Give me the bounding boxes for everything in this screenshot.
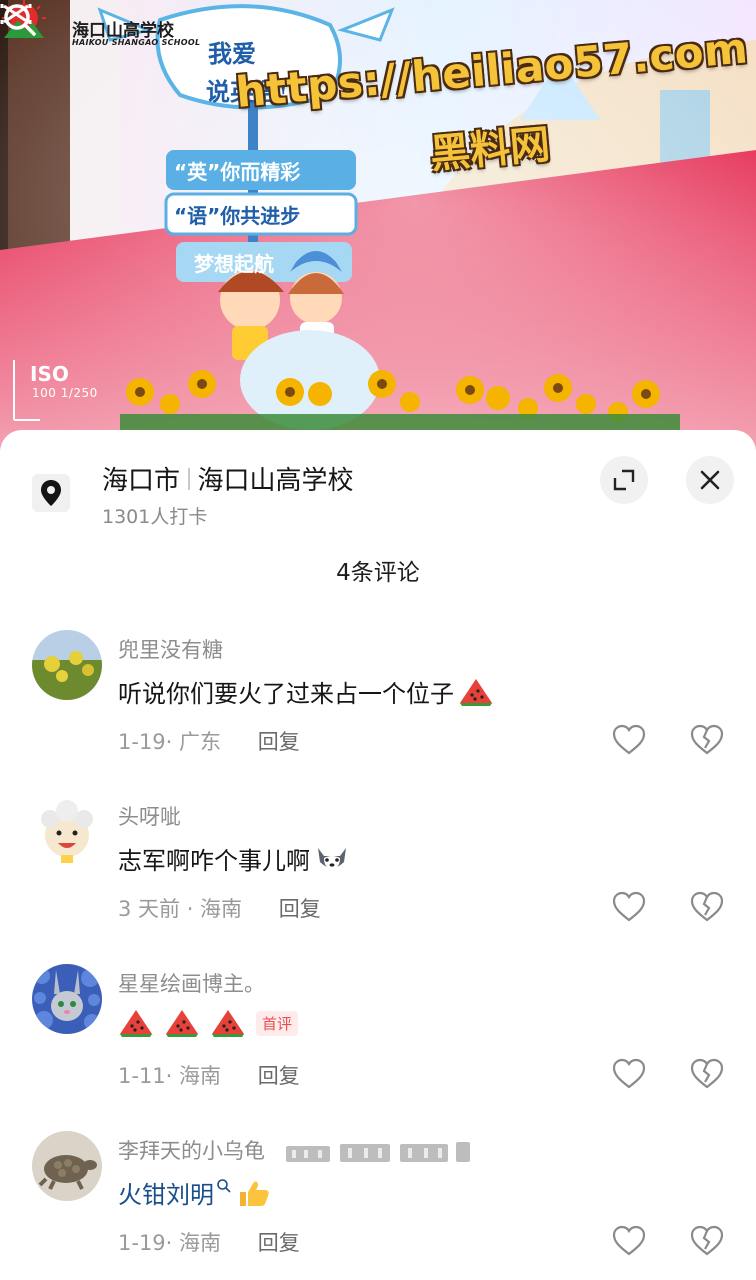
comment-meta: 1-11· 海南 回复 — [118, 1060, 300, 1090]
comment-text: 火钳刘明 — [118, 1175, 272, 1210]
close-icon — [700, 470, 720, 490]
like-heart-icon[interactable] — [612, 1058, 646, 1090]
comment-item: 李拜天的小乌龟 火钳刘明 1-19· 海南 回复 — [0, 1131, 756, 1280]
comment-date-location: 1-11· 海南 — [118, 1064, 222, 1088]
reply-button[interactable]: 回复 — [279, 897, 321, 921]
close-button[interactable] — [686, 456, 734, 504]
reply-button[interactable]: 回复 — [258, 730, 300, 754]
comment-date-location: 1-19· 海南 — [118, 1231, 222, 1255]
dislike-broken-heart-icon[interactable] — [690, 1225, 724, 1257]
avatar[interactable] — [32, 1131, 102, 1201]
location-pin-icon — [32, 474, 70, 512]
comment-text-body: 听说你们要火了过来占一个位子 — [118, 680, 454, 708]
husky-emoji — [318, 847, 346, 870]
location-place: 海口山高学校 — [197, 466, 354, 496]
capcut-icon[interactable] — [0, 0, 32, 28]
dislike-broken-heart-icon[interactable] — [690, 891, 724, 923]
thumbs-up-emoji — [240, 1181, 269, 1206]
comment-text-body: 志军啊咋个事儿啊 — [118, 847, 310, 875]
sign-line-5: 梦想起航 — [194, 252, 274, 276]
school-name-en: HAIKOU SHANGAO SCHOOL — [72, 38, 201, 47]
like-heart-icon[interactable] — [612, 724, 646, 756]
dislike-broken-heart-icon[interactable] — [690, 1058, 724, 1090]
location-city: 海口市 — [102, 466, 181, 496]
location-divider — [188, 467, 190, 490]
sign-line-1: 我爱 — [208, 39, 256, 68]
comment-date-location: 3 天前 · 海南 — [118, 897, 243, 921]
comments-count: 4条评论 — [336, 560, 420, 586]
sign-line-3: “英”你而精彩 — [174, 160, 301, 184]
reply-button[interactable]: 回复 — [258, 1064, 300, 1088]
watermelon-emoji — [460, 678, 492, 706]
search-icon — [217, 1178, 231, 1193]
iso-label: ISO — [30, 362, 69, 386]
like-heart-icon[interactable] — [612, 1225, 646, 1257]
location-title[interactable]: 海口市 海口山高学校 — [102, 460, 354, 497]
sign-line-4: “语”你共进步 — [174, 204, 301, 228]
comment-item: 兜里没有糖 听说你们要火了过来占一个位子 1-19· 广东 回复 — [0, 630, 756, 780]
header-photo: 我爱 说英语! “英”你而精彩 “语”你共进步 梦想起航 海口山高学校 HAIK… — [0, 0, 756, 450]
watermelon-emoji — [120, 1010, 152, 1037]
search-topic-link[interactable]: 火钳刘明 — [118, 1175, 214, 1210]
comment-date-location: 1-19· 广东 — [118, 730, 222, 754]
comment-author[interactable]: 兜里没有糖 — [118, 634, 223, 664]
comment-text: 志军啊咋个事儿啊 — [118, 841, 350, 876]
watermelon-emoji — [212, 1010, 244, 1037]
iso-value: 100 1/250 — [32, 386, 98, 400]
comment-item: 头呀呲 志军啊咋个事儿啊 3 天前 · 海南 回复 — [0, 797, 756, 947]
avatar[interactable] — [32, 797, 102, 867]
comment-author[interactable]: 李拜天的小乌龟 — [118, 1135, 474, 1165]
comment-author-name: 李拜天的小乌龟 — [118, 1139, 265, 1163]
comment-meta: 1-19· 海南 回复 — [118, 1227, 300, 1257]
avatar[interactable] — [32, 964, 102, 1034]
comment-meta: 1-19· 广东 回复 — [118, 726, 300, 756]
dislike-broken-heart-icon[interactable] — [690, 724, 724, 756]
expand-button[interactable] — [600, 456, 648, 504]
watermark-name: 黑料网 — [428, 121, 552, 178]
comment-item: 星星绘画博主。 首评 1-11· 海南 回复 — [0, 964, 756, 1114]
first-comment-badge: 首评 — [256, 1010, 299, 1036]
comment-text: 听说你们要火了过来占一个位子 — [118, 674, 494, 709]
comment-author[interactable]: 头呀呲 — [118, 801, 181, 831]
comment-author[interactable]: 星星绘画博主。 — [118, 968, 265, 998]
blurred-badge-icons — [285, 1142, 470, 1162]
watermelon-emoji — [166, 1010, 198, 1037]
expand-icon — [613, 469, 635, 491]
reply-button[interactable]: 回复 — [258, 1231, 300, 1255]
comment-meta: 3 天前 · 海南 回复 — [118, 893, 321, 923]
comment-text: 首评 — [118, 1008, 299, 1038]
checkin-count: 1301人打卡 — [102, 506, 208, 528]
avatar[interactable] — [32, 630, 102, 700]
like-heart-icon[interactable] — [612, 891, 646, 923]
